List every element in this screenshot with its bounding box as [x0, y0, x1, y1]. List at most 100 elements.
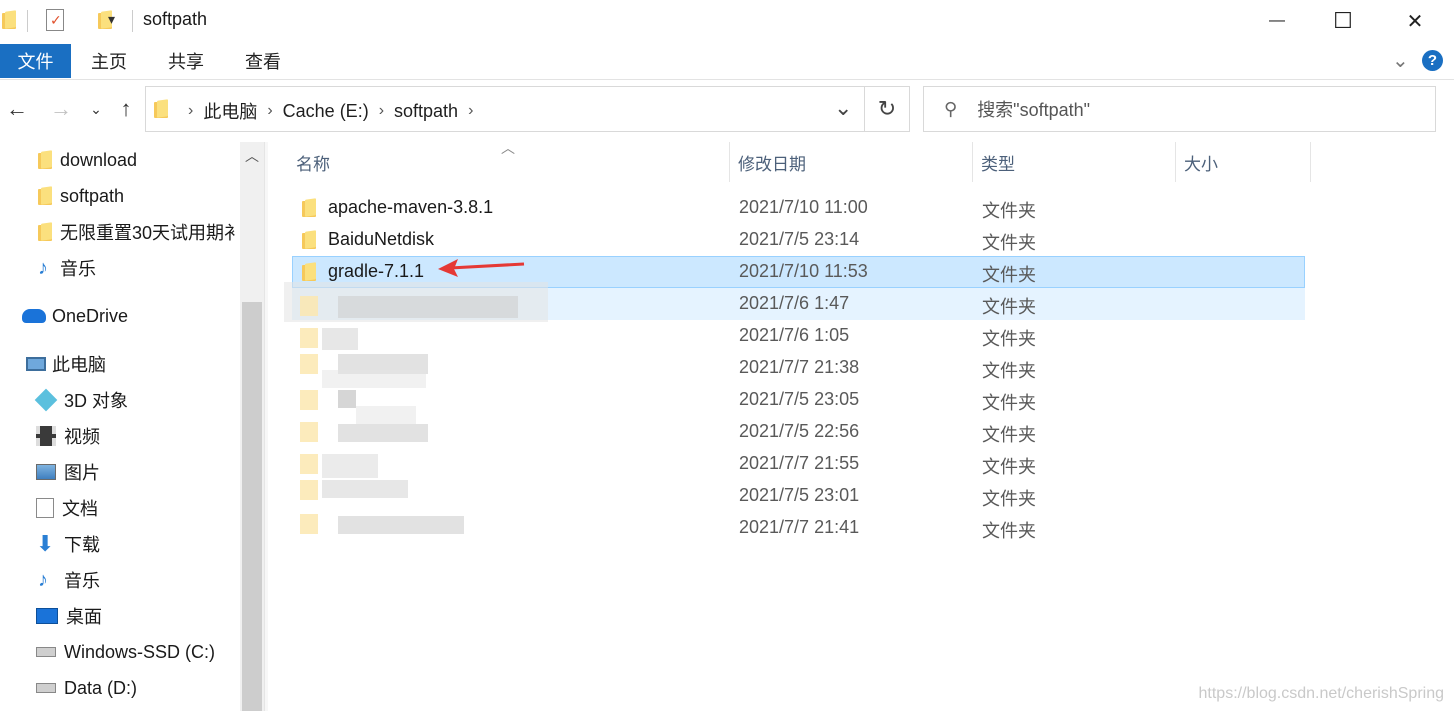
minimize-icon: —	[1269, 12, 1285, 29]
tab-view[interactable]: 查看	[234, 44, 292, 78]
nav-item-this-pc[interactable]: 此电脑	[26, 347, 106, 381]
table-row[interactable]: BaiduNetdisk 2021/7/5 23:14 文件夹	[292, 224, 1305, 256]
nav-item-downloads[interactable]: ⬇ 下载	[36, 527, 100, 561]
recent-locations-button[interactable]: ⌄	[86, 92, 106, 126]
row-name: BaiduNetdisk	[328, 229, 435, 249]
download-icon: ⬇	[36, 531, 55, 556]
cloud-icon	[22, 309, 46, 323]
annotation-arrow-icon	[438, 259, 525, 277]
column-label: 类型	[981, 154, 1015, 174]
chevron-right-icon: ›	[188, 102, 194, 119]
column-header-date[interactable]: 修改日期	[730, 142, 973, 182]
tab-home[interactable]: 主页	[80, 44, 138, 78]
chevron-right-icon[interactable]: ›	[468, 102, 473, 120]
row-date: 2021/7/6 1:47	[739, 293, 850, 313]
divider	[132, 10, 133, 32]
row-date: 2021/7/5 23:05	[739, 389, 860, 409]
tab-label: 文件	[17, 52, 54, 72]
folder-icon	[154, 100, 168, 118]
folder-icon	[302, 231, 316, 249]
desktop-icon	[36, 608, 58, 624]
nav-label: 无限重置30天试用期衤	[60, 223, 240, 243]
window-title: softpath	[143, 9, 208, 29]
help-icon[interactable]: ?	[1422, 50, 1443, 71]
tab-label: 主页	[91, 52, 127, 72]
scroll-up-icon[interactable]: ︿	[245, 146, 259, 166]
address-dropdown-icon[interactable]: ⌄	[834, 95, 852, 121]
nav-item-drive-d[interactable]: Data (D:)	[36, 671, 137, 705]
cube-icon	[34, 388, 58, 412]
row-date: 2021/7/5 22:56	[739, 421, 860, 441]
row-date: 2021/7/7 21:38	[739, 357, 860, 377]
navigation-pane: download softpath 无限重置30天试用期衤 ♪ 音乐 OneDr…	[0, 142, 240, 711]
refresh-button[interactable]: ↻	[864, 86, 910, 132]
nav-label: 文档	[62, 499, 98, 519]
ribbon: 文件 主页 共享 查看 ⌄ ?	[0, 42, 1454, 80]
forward-button[interactable]: →	[48, 92, 74, 126]
folder-icon	[2, 11, 16, 29]
back-arrow-icon: ←	[6, 96, 28, 121]
search-input[interactable]: ⚲ 搜索"softpath"	[923, 86, 1436, 132]
row-date: 2021/7/7 21:55	[739, 453, 860, 473]
nav-label: 此电脑	[52, 355, 106, 375]
nav-item-softpath[interactable]: softpath	[38, 179, 124, 213]
table-row[interactable]: 2021/7/5 23:01 文件夹	[292, 480, 1305, 512]
column-header-name[interactable]: 名称	[288, 142, 730, 182]
breadcrumb: › 此电脑 › Cache (E:) › softpath ›	[178, 98, 483, 124]
row-type: 文件夹	[982, 233, 1036, 253]
nav-scrollbar-thumb[interactable]	[242, 302, 262, 711]
computer-icon	[26, 357, 46, 371]
row-date: 2021/7/10 11:53	[739, 261, 868, 281]
file-list: ︿ 名称 修改日期 类型 大小 apache-maven-3.8.1 2021/…	[268, 140, 1454, 711]
row-date: 2021/7/5 23:01	[739, 485, 860, 505]
ribbon-expand-icon[interactable]: ⌄	[1392, 48, 1409, 73]
folder-icon	[302, 263, 316, 281]
nav-label: 桌面	[66, 607, 102, 627]
title-bar: ✓ ▾ softpath — ☐ ✕	[0, 0, 1454, 42]
nav-item-videos[interactable]: 视频	[36, 419, 100, 453]
close-button[interactable]: ✕	[1380, 0, 1450, 42]
quick-access-dropdown-icon[interactable]: ▾	[108, 11, 115, 28]
minimize-button[interactable]: —	[1242, 0, 1312, 42]
up-button[interactable]: ↑	[114, 92, 138, 126]
breadcrumb-this-pc[interactable]: 此电脑	[203, 98, 257, 124]
maximize-button[interactable]: ☐	[1308, 0, 1378, 42]
column-label: 名称	[296, 154, 330, 174]
table-row[interactable]: 2021/7/7 21:38 文件夹	[292, 352, 1305, 384]
nav-label: Data (D:)	[64, 677, 138, 698]
table-row[interactable]: 2021/7/6 1:05 文件夹	[292, 320, 1305, 352]
nav-item-reset-trial[interactable]: 无限重置30天试用期衤	[38, 215, 240, 249]
back-button[interactable]: ←	[4, 92, 30, 126]
table-row[interactable]: apache-maven-3.8.1 2021/7/10 11:00 文件夹	[292, 192, 1305, 224]
nav-item-desktop[interactable]: 桌面	[36, 599, 102, 633]
row-type: 文件夹	[982, 329, 1036, 349]
row-type: 文件夹	[982, 457, 1036, 477]
table-row[interactable]: 2021/7/5 23:05 文件夹	[292, 384, 1305, 416]
properties-icon[interactable]: ✓	[46, 9, 64, 31]
row-date: 2021/7/5 23:14	[739, 229, 860, 249]
nav-item-music[interactable]: ♪ 音乐	[38, 563, 100, 597]
row-type: 文件夹	[982, 521, 1036, 541]
chevron-down-icon: ⌄	[90, 100, 102, 117]
nav-item-download[interactable]: download	[38, 143, 137, 177]
column-header-size[interactable]: 大小	[1176, 142, 1311, 182]
nav-item-drive-c[interactable]: Windows-SSD (C:)	[36, 635, 215, 669]
nav-item-onedrive[interactable]: OneDrive	[22, 299, 128, 333]
nav-label: OneDrive	[52, 305, 129, 326]
picture-icon	[36, 464, 56, 480]
row-type: 文件夹	[982, 265, 1036, 285]
row-name: apache-maven-3.8.1	[328, 197, 494, 217]
table-row[interactable]: 2021/7/7 21:55 文件夹	[292, 448, 1305, 480]
nav-item-pictures[interactable]: 图片	[36, 455, 100, 489]
address-bar[interactable]: › 此电脑 › Cache (E:) › softpath › ⌄	[145, 86, 865, 132]
nav-label: 下载	[64, 535, 100, 555]
breadcrumb-cache-drive[interactable]: Cache (E:)	[283, 101, 369, 122]
tab-share[interactable]: 共享	[157, 44, 215, 78]
breadcrumb-softpath[interactable]: softpath	[394, 101, 458, 122]
column-header-type[interactable]: 类型	[973, 142, 1176, 182]
table-row[interactable]: 2021/7/5 22:56 文件夹	[292, 416, 1305, 448]
nav-item-music-quick[interactable]: ♪ 音乐	[38, 251, 96, 285]
tab-file[interactable]: 文件	[0, 44, 71, 78]
nav-item-3d-objects[interactable]: 3D 对象	[34, 383, 128, 417]
nav-item-documents[interactable]: 文档	[36, 491, 98, 525]
